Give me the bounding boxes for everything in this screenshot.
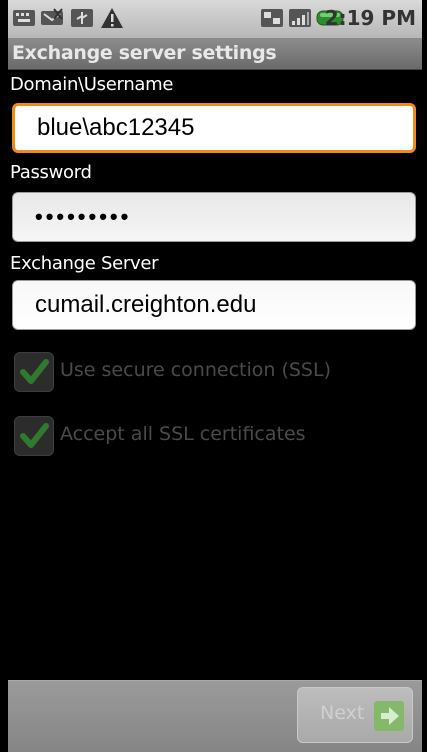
button-bar: Next <box>8 680 422 752</box>
next-button[interactable]: Next <box>297 687 413 743</box>
ssl-option[interactable]: Use secure connection (SSL) <box>14 352 414 392</box>
accept-certs-checkbox[interactable] <box>14 416 54 456</box>
checkmark-icon <box>20 423 49 448</box>
screen-title: Exchange server settings <box>12 42 277 64</box>
usb-icon <box>71 9 93 27</box>
warning-icon <box>101 8 123 28</box>
sync-icon <box>261 9 283 27</box>
signal-icon <box>289 9 311 27</box>
ssl-label: Use secure connection (SSL) <box>60 359 331 381</box>
clock: 2:19 PM <box>324 6 416 30</box>
server-input[interactable]: cumail.creighton.edu <box>12 280 416 330</box>
accept-certs-label: Accept all SSL certificates <box>60 423 306 445</box>
missed-call-icon <box>41 8 63 25</box>
username-label: Domain\Username <box>10 74 174 95</box>
checkmark-icon <box>20 359 49 384</box>
password-label: Password <box>10 162 92 183</box>
next-label: Next <box>320 702 365 724</box>
password-input[interactable]: ••••••••• <box>12 192 416 242</box>
ssl-checkbox[interactable] <box>14 352 54 392</box>
title-bar: Exchange server settings <box>8 39 422 70</box>
server-label: Exchange Server <box>10 253 159 274</box>
phone-screen: 2:19 PM Exchange server settings Domain\… <box>8 0 422 752</box>
accept-certs-option[interactable]: Accept all SSL certificates <box>14 416 414 456</box>
keyboard-icon <box>13 10 35 26</box>
next-arrow-icon <box>374 701 404 731</box>
username-input[interactable]: blue\abc12345 <box>12 103 416 153</box>
status-bar: 2:19 PM <box>8 0 422 39</box>
